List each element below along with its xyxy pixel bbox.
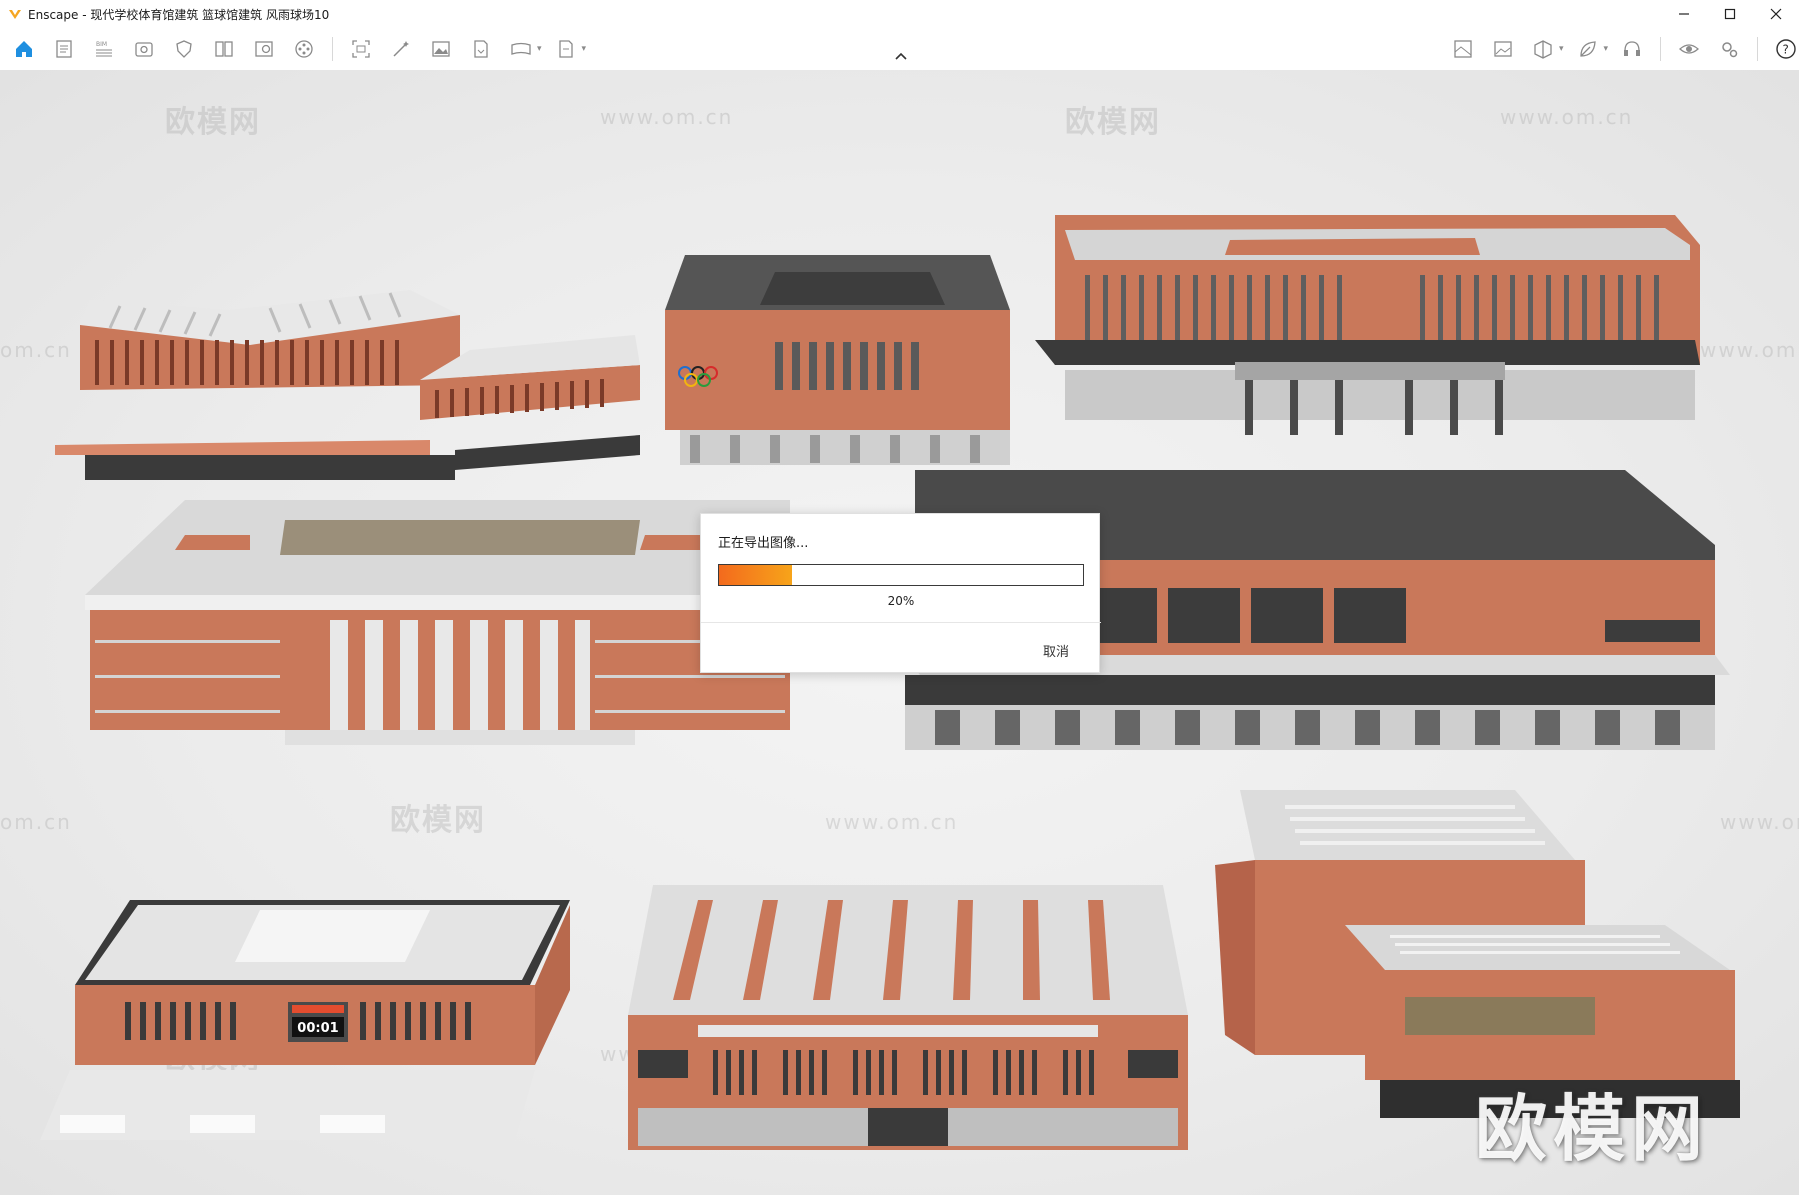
- minimize-button[interactable]: [1661, 0, 1707, 28]
- screenshot-icon: [352, 40, 370, 58]
- view-button[interactable]: [128, 33, 160, 65]
- export-icon: [474, 40, 488, 58]
- minimize-icon: [1679, 13, 1689, 15]
- cube-button[interactable]: [1527, 33, 1559, 65]
- export-progress-bar: [718, 564, 1084, 586]
- toolbar-divider: [332, 37, 333, 61]
- toolbar-right-group: ▾ ▾ ?: [1443, 28, 1799, 70]
- document-button[interactable]: [48, 33, 80, 65]
- title-bar: Enscape - 现代学校体育馆建筑 篮球馆建筑 风雨球场10: [0, 0, 1799, 28]
- settings-icon: [1722, 42, 1738, 58]
- dialog-title: 正在导出图像...: [718, 536, 809, 551]
- progress-bar-fill: [719, 565, 792, 585]
- progress-percent-label: 20%: [887, 594, 915, 608]
- bim-button[interactable]: BIM: [88, 33, 120, 65]
- film-button[interactable]: [288, 33, 320, 65]
- toolbar-divider: [1660, 37, 1662, 61]
- toolbar-left-group: BIM ▾ ▾: [4, 28, 590, 70]
- cube-dropdown-caret[interactable]: ▾: [1559, 44, 1564, 54]
- leaf-button[interactable]: [1572, 33, 1604, 65]
- shield-button[interactable]: [168, 33, 200, 65]
- batch-dropdown-caret[interactable]: ▾: [582, 44, 587, 54]
- shield-icon: [176, 40, 192, 58]
- building-olympic-gym: [665, 255, 1010, 465]
- toolbar-collapse-chevron-icon[interactable]: [893, 50, 909, 62]
- picture-icon: [1494, 41, 1512, 57]
- leaf-icon: [1579, 41, 1596, 57]
- screenshot-button[interactable]: [345, 33, 377, 65]
- close-button[interactable]: [1753, 0, 1799, 28]
- image-button[interactable]: [425, 33, 457, 65]
- panorama-button[interactable]: [505, 33, 537, 65]
- magic-button[interactable]: [385, 33, 417, 65]
- book-icon: [215, 41, 233, 57]
- help-button[interactable]: ?: [1770, 33, 1799, 65]
- headset-icon: [1624, 41, 1641, 56]
- close-icon: [1770, 8, 1782, 20]
- picture-button[interactable]: [1487, 33, 1519, 65]
- film-icon: [295, 40, 313, 58]
- batch-icon: [558, 40, 573, 58]
- export-button[interactable]: [465, 33, 497, 65]
- building-scoreboard-stadium: 00:01: [40, 900, 570, 1140]
- batch-render-button[interactable]: [550, 33, 582, 65]
- home-button[interactable]: [8, 33, 40, 65]
- eye-button[interactable]: [1673, 33, 1705, 65]
- enscape-logo-icon: [9, 10, 21, 19]
- headset-button[interactable]: [1616, 33, 1648, 65]
- bim-icon: BIM: [96, 41, 112, 57]
- panorama-icon: [511, 42, 531, 55]
- watermark-brand: 欧模网: [165, 105, 261, 140]
- window-controls: [1661, 0, 1799, 28]
- export-progress-dialog: 正在导出图像... 20% 取消: [700, 513, 1101, 673]
- window-title: Enscape - 现代学校体育馆建筑 篮球馆建筑 风雨球场10: [28, 7, 330, 22]
- leaf-dropdown-caret[interactable]: ▾: [1604, 44, 1609, 54]
- maximize-button[interactable]: [1707, 0, 1753, 28]
- main-toolbar: BIM ▾ ▾ ▾ ▾ ?: [0, 28, 1799, 70]
- building-skylight-gym: [628, 885, 1188, 1150]
- home-icon: [16, 41, 32, 57]
- brand-logo-watermark: 欧模网: [1475, 1087, 1710, 1171]
- help-icon: ?: [1776, 39, 1796, 59]
- asset-icon: [255, 41, 273, 57]
- asset-library-button[interactable]: [248, 33, 280, 65]
- view-icon: [135, 42, 153, 57]
- cube-icon: [1534, 40, 1552, 59]
- watermark-url: www.om.cn: [1500, 105, 1634, 129]
- svg-text:BIM: BIM: [96, 41, 107, 48]
- eye-icon: [1679, 44, 1700, 54]
- document-icon: [56, 40, 72, 58]
- map-icon: [1454, 40, 1472, 58]
- toolbar-divider: [1757, 37, 1759, 61]
- settings-button[interactable]: [1713, 33, 1745, 65]
- watermark-url: www.om.cn: [600, 105, 734, 129]
- magic-icon: [393, 41, 409, 57]
- watermark-brand: 欧模网: [1065, 105, 1161, 140]
- book-button[interactable]: [208, 33, 240, 65]
- cancel-button[interactable]: 取消: [1043, 641, 1069, 660]
- svg-text:?: ?: [1783, 43, 1789, 57]
- building-twin-roof-gym: [55, 290, 640, 480]
- scoreboard-time: 00:01: [297, 1021, 338, 1036]
- maximize-icon: [1724, 8, 1736, 20]
- building-courtyard-hall: [85, 500, 790, 745]
- map-button[interactable]: [1447, 33, 1479, 65]
- panorama-dropdown-caret[interactable]: ▾: [537, 44, 542, 54]
- building-long-gym: [1035, 215, 1700, 435]
- dialog-divider: [701, 622, 1101, 623]
- image-icon: [432, 41, 450, 57]
